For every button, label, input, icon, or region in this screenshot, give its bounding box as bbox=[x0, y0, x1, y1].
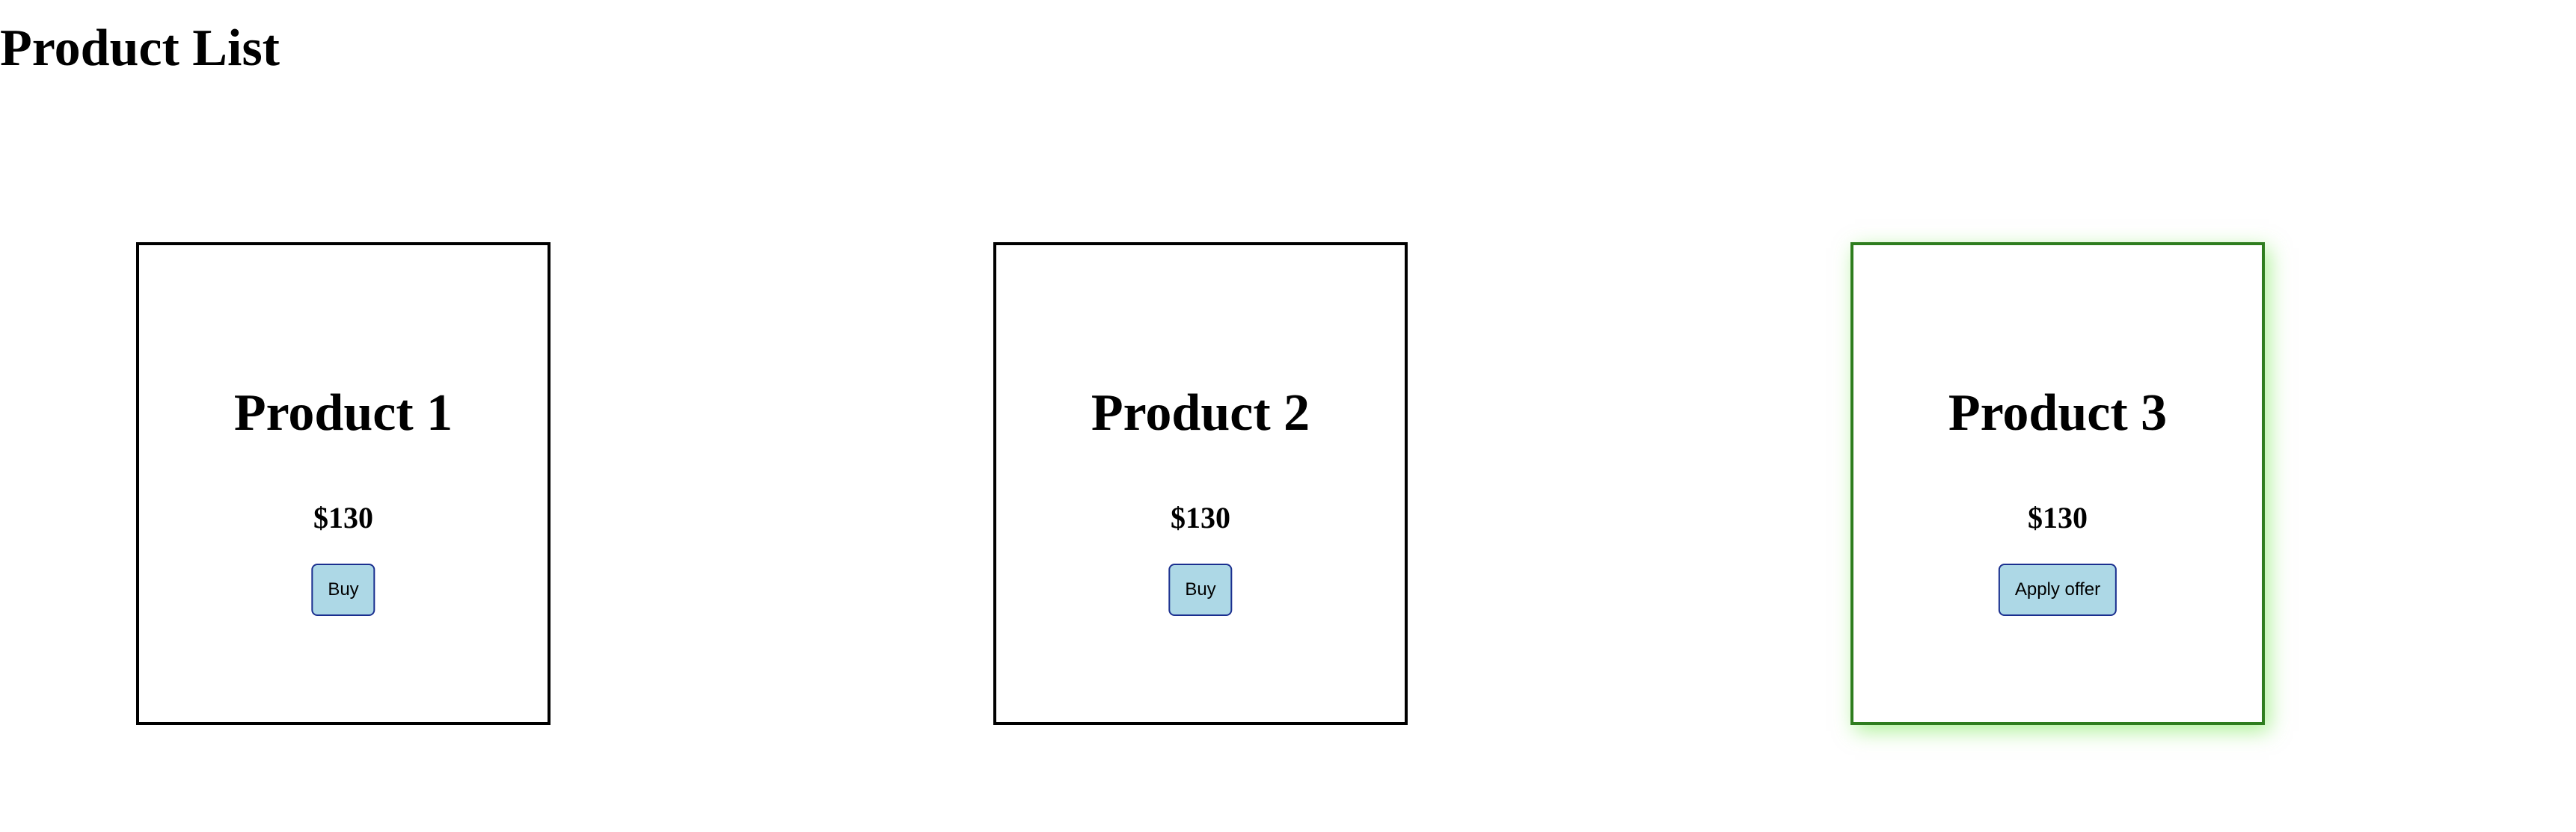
product-title: Product 3 bbox=[1948, 384, 2168, 442]
product-price: $130 bbox=[1171, 501, 1230, 534]
product-price: $130 bbox=[2028, 501, 2088, 534]
page-title: Product List bbox=[0, 19, 280, 77]
product-card-1: Product 1 $130 Buy bbox=[136, 242, 551, 725]
buy-button[interactable]: Buy bbox=[1168, 564, 1233, 616]
buy-button[interactable]: Buy bbox=[311, 564, 375, 616]
product-title: Product 1 bbox=[233, 384, 453, 442]
apply-offer-button[interactable]: Apply offer bbox=[1998, 564, 2117, 616]
product-card-3: Product 3 $130 Apply offer bbox=[1850, 242, 2265, 725]
product-card-2: Product 2 $130 Buy bbox=[993, 242, 1408, 725]
product-price: $130 bbox=[313, 501, 373, 534]
product-title: Product 2 bbox=[1091, 384, 1310, 442]
